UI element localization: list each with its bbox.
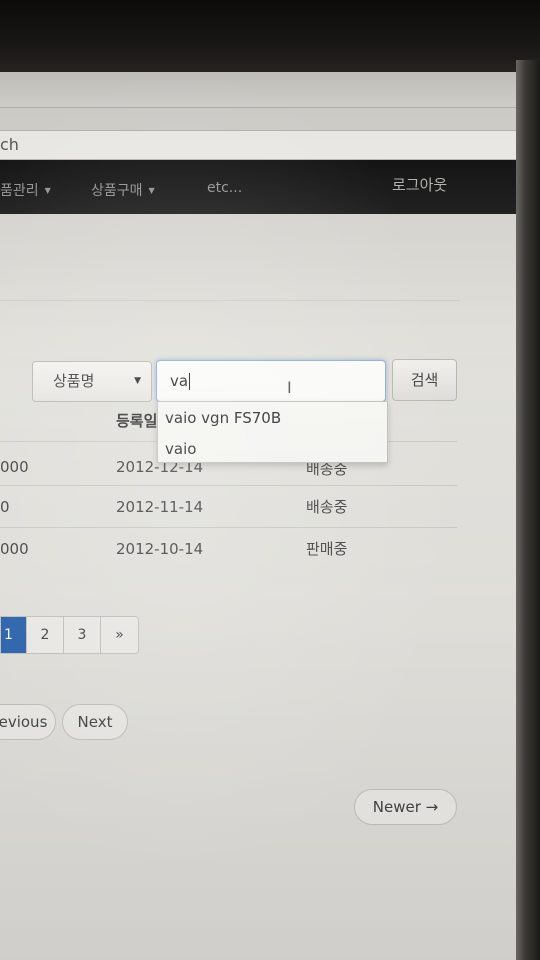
section-divider [0, 300, 460, 301]
search-input-value: va [170, 372, 189, 390]
nav-item-label: etc... [207, 180, 243, 196]
autocomplete-item[interactable]: vaio vgn FS70B [165, 409, 281, 427]
monitor-bezel-right [516, 60, 540, 960]
address-bar[interactable]: ch [0, 130, 518, 160]
chevron-down-icon: ▼ [148, 186, 155, 195]
price-cell: 000 [0, 458, 29, 476]
row-divider [0, 527, 457, 528]
browser-screen: ch 품관리 ▼ 상품구매 ▼ etc... 로그아웃 상품명 ▼ va I 검색 … [0, 72, 518, 960]
caret-line [189, 373, 191, 390]
search-button[interactable]: 검색 [392, 359, 457, 401]
top-navbar: 품관리 ▼ 상품구매 ▼ etc... 로그아웃 [0, 160, 518, 214]
nav-item-product-management[interactable]: 품관리 ▼ [0, 180, 51, 200]
nav-item-label: 품관리 [0, 183, 39, 199]
address-text: ch [0, 135, 19, 154]
price-cell: 0 [0, 498, 10, 516]
newer-button[interactable]: Newer → [354, 789, 457, 825]
date-cell: 2012-11-14 [116, 498, 204, 516]
pagination: 1 2 3 » [0, 616, 139, 654]
logout-link[interactable]: 로그아웃 [392, 174, 447, 195]
nav-item-etc[interactable]: etc... [207, 180, 242, 196]
nav-item-product-purchase[interactable]: 상품구매 ▼ [91, 180, 155, 200]
date-cell: 2012-10-14 [116, 540, 204, 558]
page-button-1[interactable]: 1 [1, 617, 27, 653]
browser-tab-strip [0, 72, 518, 108]
status-cell: 배송중 [306, 498, 348, 516]
search-field-select[interactable]: 상품명 ▼ [32, 361, 152, 402]
next-button[interactable]: Next [62, 704, 128, 740]
page-button-3[interactable]: 3 [64, 617, 101, 653]
row-divider [0, 485, 457, 486]
autocomplete-dropdown: vaio vgn FS70B vaio [157, 401, 388, 463]
monitor-bezel-top [0, 0, 540, 80]
search-input[interactable]: va [156, 360, 386, 402]
autocomplete-item[interactable]: vaio [165, 440, 196, 458]
previous-button[interactable]: evious [0, 704, 56, 740]
nav-item-label: 상품구매 [91, 183, 143, 199]
caret-down-icon: ▼ [134, 376, 141, 386]
chevron-down-icon: ▼ [44, 186, 51, 195]
page-next-button[interactable]: » [101, 617, 138, 653]
page-button-2[interactable]: 2 [27, 617, 64, 653]
text-cursor-icon: I [287, 378, 292, 397]
price-cell: 000 [0, 540, 29, 558]
select-value: 상품명 [53, 372, 95, 390]
date-column-header: 등록일 [116, 412, 158, 430]
status-cell: 판매중 [306, 540, 348, 558]
